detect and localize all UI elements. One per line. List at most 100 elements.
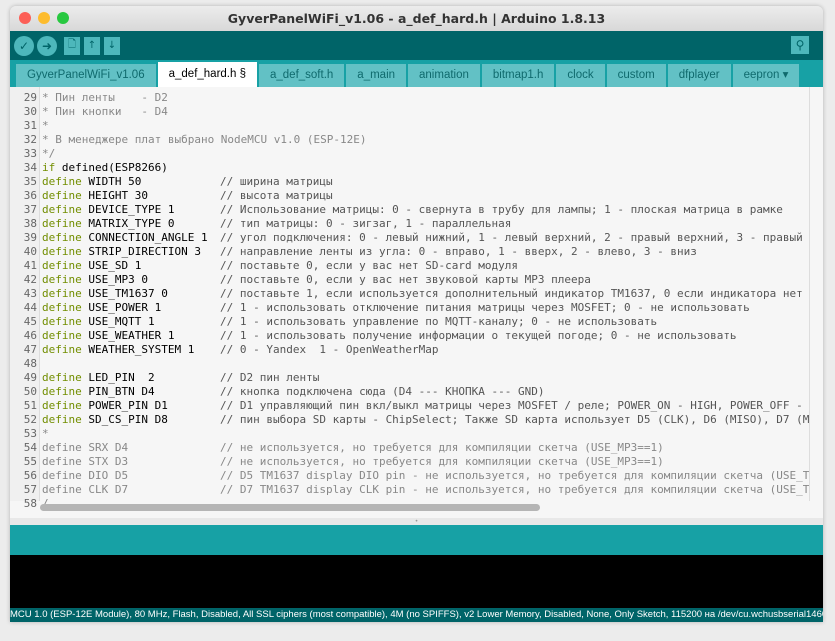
keyword: define	[42, 217, 82, 230]
horizontal-scrollbar[interactable]	[40, 504, 540, 511]
line-number: 37	[23, 203, 37, 216]
keyword: define	[42, 287, 82, 300]
keyword: define	[42, 385, 82, 398]
tab-4[interactable]: animation	[408, 64, 480, 87]
comment-text: // D2 пин ленты	[220, 371, 320, 384]
close-window-button[interactable]	[19, 12, 31, 24]
tab-8[interactable]: dfplayer	[667, 64, 731, 87]
keyword: define	[42, 175, 82, 188]
comment-text: */	[42, 147, 56, 160]
arrow-up-icon: ↑	[87, 40, 97, 51]
code-text: LED_PIN 2	[81, 371, 155, 384]
code-line: 55 define STX D3 // не используется, но тр…	[10, 455, 810, 469]
tab-2[interactable]: a_def_soft.h	[258, 64, 345, 87]
tab-6[interactable]: clock	[556, 64, 605, 87]
keyword: define	[42, 231, 82, 244]
comment-text: // D5 TM1637 display DIO pin - не исполь…	[220, 469, 823, 482]
code-text: STRIP_DIRECTION 3	[81, 245, 201, 258]
console-output[interactable]	[10, 555, 823, 608]
line-number: 39	[23, 231, 37, 244]
code-text: POWER_PIN D1	[81, 399, 168, 412]
keyword: define	[42, 245, 82, 258]
line-number: 49	[23, 371, 37, 384]
keyword: define	[42, 273, 82, 286]
keyword: define	[42, 441, 82, 454]
upload-button[interactable]: ➜	[37, 35, 57, 56]
comment-text: // направление ленты из угла: 0 - вправо…	[220, 245, 697, 258]
comment-text: * Пин ленты - D2	[42, 91, 168, 104]
code-line: 40 define STRIP_DIRECTION 3 // направление…	[10, 245, 810, 259]
code-line: 51 define POWER_PIN D1 // D1 управляющий п…	[10, 399, 823, 413]
code-text: WEATHER_SYSTEM 1	[81, 343, 195, 356]
message-area	[10, 525, 823, 555]
tab-9[interactable]: eepron ▾	[732, 64, 800, 87]
code-text: USE_WEATHER 1	[81, 329, 175, 342]
line-number: 57	[23, 483, 37, 496]
open-button[interactable]: ↑	[84, 36, 100, 55]
new-button[interactable]: 🗋	[64, 36, 80, 55]
comment-text: // 1 - использовать получение информации…	[220, 329, 737, 342]
comment-text: *	[42, 119, 49, 132]
code-line: 52 define SD_CS_PIN D8 // пин выбора SD ка…	[10, 413, 823, 427]
keyword: define	[42, 329, 82, 342]
save-button[interactable]: ↓	[104, 36, 120, 55]
line-number: 46	[23, 329, 37, 342]
keyword: define	[42, 399, 82, 412]
code-editor[interactable]: 29 * Пин ленты - D2 30 * Пин кнопки - D4 31 *…	[10, 87, 823, 518]
splitter-handle[interactable]: •	[10, 518, 823, 525]
code-text: USE_MQTT 1	[81, 315, 155, 328]
toolbar: ✓ ➜ 🗋 ↑ ↓ ⚲	[10, 31, 823, 60]
code-line: 42 define USE_MP3 0 // поставьте 0, если у…	[10, 273, 810, 287]
code-text: USE_TM1637 0	[81, 287, 168, 300]
code-text: USE_SD 1	[81, 259, 142, 272]
vertical-scrollbar[interactable]	[809, 87, 823, 501]
code-line: 29 * Пин ленты - D2	[10, 91, 810, 105]
zoom-window-button[interactable]	[57, 12, 69, 24]
code-line: 31 *	[10, 119, 810, 133]
code-line: 47 define WEATHER_SYSTEM 1 // 0 - Yandex 1…	[10, 343, 810, 357]
line-number: 45	[23, 315, 37, 328]
comment-text: // ширина матрицы	[220, 175, 333, 188]
line-number: 42	[23, 273, 37, 286]
comment-text: * В менеджере плат выбрано NodeMCU v1.0 …	[42, 133, 367, 146]
comment-text: *	[42, 427, 49, 440]
verify-button[interactable]: ✓	[14, 35, 34, 56]
line-number: 43	[23, 287, 37, 300]
line-number: 55	[23, 455, 37, 468]
tab-1[interactable]: a_def_hard.h §	[157, 62, 257, 87]
keyword: define	[42, 343, 82, 356]
code-line: 36 define HEIGHT 30 // высота матрицы	[10, 189, 810, 203]
tab-0[interactable]: GyverPanelWiFi_v1.06	[16, 64, 156, 87]
line-number: 58	[23, 497, 37, 510]
serial-monitor-button[interactable]: ⚲	[791, 36, 809, 54]
tab-3[interactable]: a_main	[346, 64, 407, 87]
keyword: define	[42, 301, 82, 314]
minimize-window-button[interactable]	[38, 12, 50, 24]
comment-text: // 1 - использовать управление по MQTT-к…	[220, 315, 658, 328]
title-bar: GyverPanelWiFi_v1.06 - a_def_hard.h | Ar…	[10, 6, 823, 31]
line-number: 50	[23, 385, 37, 398]
code-text: STX D3	[81, 455, 129, 468]
code-text: CONNECTION_ANGLE 1	[81, 231, 208, 244]
keyword: define	[42, 455, 82, 468]
code-line: 49 define LED_PIN 2 // D2 пин ленты	[10, 371, 810, 385]
keyword: define	[42, 259, 82, 272]
code-text: USE_MP3 0	[81, 273, 148, 286]
tab-5[interactable]: bitmap1.h	[481, 64, 555, 87]
line-number: 36	[23, 189, 37, 202]
code-line: 43 define USE_TM1637 0 // поставьте 1, есл…	[10, 287, 810, 301]
keyword: if	[42, 161, 56, 174]
line-number: 47	[23, 343, 37, 356]
tab-7[interactable]: custom	[606, 64, 666, 87]
comment-text: * Пин кнопки - D4	[42, 105, 168, 118]
comment-text: // 0 - Yandex 1 - OpenWeatherMap	[220, 343, 439, 356]
code-text: CLK D7	[81, 483, 129, 496]
line-number: 34	[23, 161, 37, 174]
code-line: 53 *	[10, 427, 810, 441]
code-line: 32 * В менеджере плат выбрано NodeMCU v1.…	[10, 133, 810, 147]
comment-text: // высота матрицы	[220, 189, 333, 202]
window-title: GyverPanelWiFi_v1.06 - a_def_hard.h | Ar…	[227, 11, 606, 26]
keyword: define	[42, 315, 82, 328]
board-status-bar: MCU 1.0 (ESP-12E Module), 80 MHz, Flash,…	[10, 608, 823, 622]
comment-text: // 1 - использовать отключение питания м…	[220, 301, 750, 314]
